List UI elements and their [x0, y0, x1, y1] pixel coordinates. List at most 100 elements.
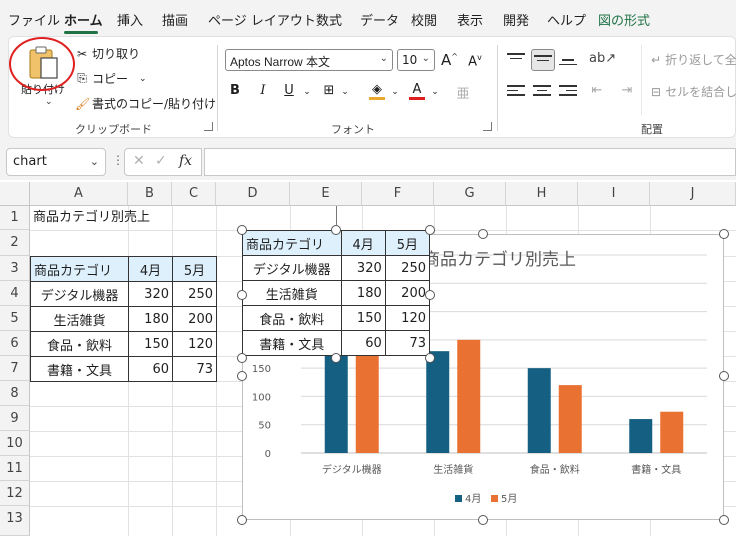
tab-shape-format[interactable]: 図の形式: [598, 10, 650, 29]
italic-button[interactable]: I: [255, 83, 271, 98]
tab-draw[interactable]: 描画: [162, 10, 188, 29]
more-options-icon[interactable]: ⋮: [112, 153, 124, 167]
fill-color-icon[interactable]: ◈: [369, 83, 385, 100]
table-cell[interactable]: 250: [172, 281, 217, 307]
column-header-g[interactable]: G: [434, 182, 506, 206]
resize-handle[interactable]: [331, 225, 341, 235]
resize-handle[interactable]: [237, 371, 247, 381]
font-size-select[interactable]: 10 ⌄: [397, 49, 435, 71]
column-header-b[interactable]: B: [128, 182, 172, 206]
row-header-1[interactable]: 1: [0, 206, 30, 230]
copy-dropdown-icon[interactable]: ⌄: [139, 74, 147, 84]
copy-button[interactable]: ⎘ コピー ⌄: [75, 70, 147, 87]
table-cell[interactable]: 生活雑貨: [30, 306, 129, 332]
resize-handle[interactable]: [331, 353, 341, 363]
align-left-icon[interactable]: [507, 85, 525, 99]
resize-handle[interactable]: [478, 229, 488, 239]
table-cell[interactable]: 180: [128, 306, 173, 332]
insert-function-icon[interactable]: fx: [179, 153, 192, 169]
align-top-icon[interactable]: [507, 53, 525, 67]
enter-icon[interactable]: ✓: [155, 153, 167, 169]
resize-handle[interactable]: [237, 290, 247, 300]
column-header-j[interactable]: J: [650, 182, 736, 206]
row-header-11[interactable]: 11: [0, 456, 30, 481]
resize-handle[interactable]: [237, 515, 247, 525]
table-header-cell[interactable]: 5月: [172, 256, 217, 282]
font-color-dropdown-icon[interactable]: ⌄: [427, 87, 443, 97]
column-header-c[interactable]: C: [172, 182, 216, 206]
font-launcher-icon[interactable]: [483, 122, 492, 131]
column-header-h[interactable]: H: [506, 182, 578, 206]
table-cell[interactable]: 書籍・文具: [30, 356, 129, 382]
borders-icon[interactable]: ⊞: [321, 83, 337, 98]
clipboard-launcher-icon[interactable]: [204, 122, 213, 131]
cell-a1[interactable]: 商品カテゴリ別売上: [30, 207, 153, 229]
tab-home[interactable]: ホーム: [64, 10, 103, 29]
select-all-corner[interactable]: [0, 182, 30, 206]
align-center-icon[interactable]: [533, 85, 551, 99]
format-painter-button[interactable]: 🖌 書式のコピー/貼り付け: [75, 95, 216, 112]
row-header-8[interactable]: 8: [0, 381, 30, 406]
shrink-font-button[interactable]: Av: [467, 53, 483, 69]
align-middle-button[interactable]: [531, 49, 555, 71]
cancel-icon[interactable]: ✕: [133, 153, 145, 169]
phonetic-icon[interactable]: 亜: [455, 83, 471, 102]
align-bottom-icon[interactable]: [559, 59, 577, 73]
table-cell[interactable]: 320: [128, 281, 173, 307]
tab-formulas[interactable]: 数式: [316, 10, 342, 29]
paste-dropdown-icon[interactable]: ⌄: [45, 97, 53, 107]
tab-developer[interactable]: 開発: [503, 10, 529, 29]
tab-view[interactable]: 表示: [457, 10, 483, 29]
row-header-9[interactable]: 9: [0, 406, 30, 431]
resize-handle[interactable]: [425, 290, 435, 300]
orientation-icon[interactable]: ab↗: [589, 51, 616, 66]
row-header-6[interactable]: 6: [0, 331, 30, 356]
tab-page-layout[interactable]: ページ レイアウト: [208, 10, 316, 29]
table-header-cell[interactable]: 商品カテゴリ: [30, 256, 129, 282]
resize-handle[interactable]: [719, 371, 729, 381]
chart-title[interactable]: 商品カテゴリ別売上: [423, 249, 576, 270]
row-header-4[interactable]: 4: [0, 281, 30, 306]
resize-handle[interactable]: [237, 353, 247, 363]
row-header-3[interactable]: 3: [0, 256, 30, 281]
resize-handle[interactable]: [425, 225, 435, 235]
resize-handle[interactable]: [237, 225, 247, 235]
row-header-12[interactable]: 12: [0, 481, 30, 506]
row-header-5[interactable]: 5: [0, 306, 30, 331]
table-cell[interactable]: 食品・飲料: [30, 331, 129, 357]
table-cell[interactable]: 120: [172, 331, 217, 357]
pasted-table-picture[interactable]: 商品カテゴリ 4月 5月 デジタル機器 320 250 生活雑貨 180 200…: [242, 230, 431, 356]
table-cell[interactable]: 73: [172, 356, 217, 382]
table-cell[interactable]: 60: [128, 356, 173, 382]
name-box[interactable]: chart ⌄: [6, 148, 106, 176]
tab-review[interactable]: 校閲: [411, 10, 437, 29]
column-header-d[interactable]: D: [216, 182, 290, 206]
row-header-2[interactable]: 2: [0, 230, 30, 256]
row-header-10[interactable]: 10: [0, 431, 30, 456]
tab-data[interactable]: データ: [360, 10, 399, 29]
tab-file[interactable]: ファイル: [8, 10, 60, 29]
borders-dropdown-icon[interactable]: ⌄: [337, 87, 353, 97]
column-header-a[interactable]: A: [30, 182, 128, 206]
resize-handle[interactable]: [425, 353, 435, 363]
tab-help[interactable]: ヘルプ: [547, 10, 586, 29]
cut-button[interactable]: ✂ 切り取り: [75, 45, 140, 62]
row-header-7[interactable]: 7: [0, 356, 30, 381]
decrease-indent-icon[interactable]: ⇤: [589, 83, 605, 98]
fill-color-dropdown-icon[interactable]: ⌄: [387, 87, 403, 97]
resize-handle[interactable]: [719, 229, 729, 239]
resize-handle[interactable]: [478, 515, 488, 525]
tab-insert[interactable]: 挿入: [117, 10, 143, 29]
column-header-f[interactable]: F: [362, 182, 434, 206]
align-right-icon[interactable]: [559, 85, 577, 99]
wrap-text-button[interactable]: ↵ 折り返して全体: [651, 51, 736, 68]
underline-dropdown-icon[interactable]: ⌄: [299, 87, 315, 97]
table-cell[interactable]: 150: [128, 331, 173, 357]
underline-button[interactable]: U: [281, 83, 297, 98]
grow-font-button[interactable]: A^: [441, 51, 458, 69]
merge-center-button[interactable]: ⊟ セルを結合して: [651, 83, 736, 100]
row-header-13[interactable]: 13: [0, 506, 30, 536]
table-header-cell[interactable]: 4月: [128, 256, 173, 282]
table-cell[interactable]: デジタル機器: [30, 281, 129, 307]
formula-input[interactable]: [204, 148, 736, 176]
